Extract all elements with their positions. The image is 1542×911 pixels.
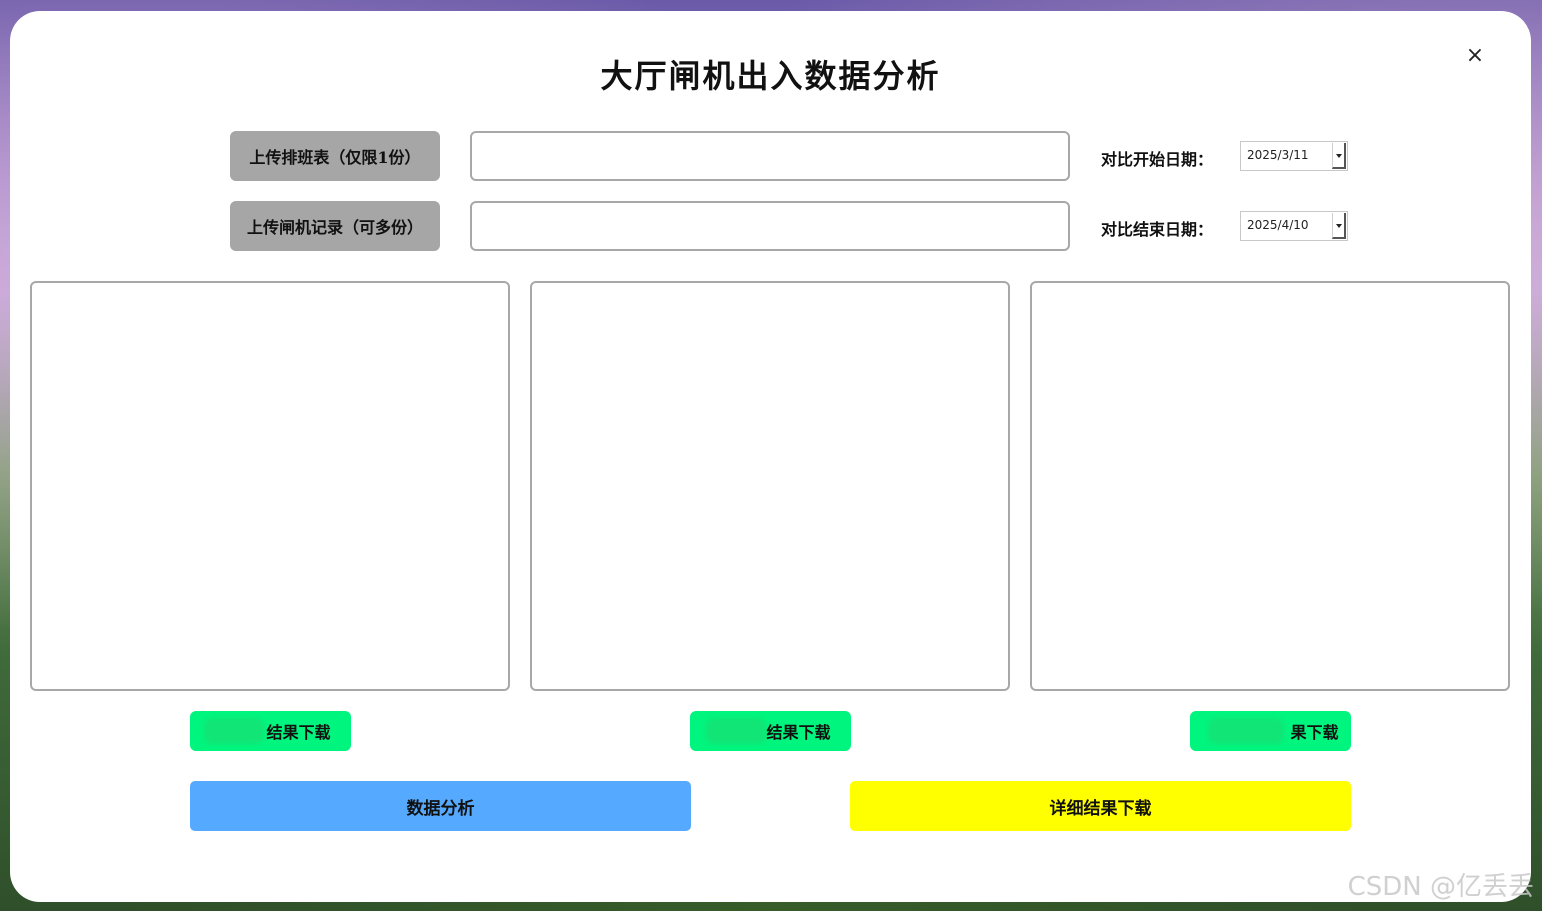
gate-records-path-field[interactable] (470, 201, 1070, 251)
download-button-label: 结果下载 (766, 723, 831, 742)
masked-text (204, 718, 264, 744)
detail-download-button[interactable]: 详细结果下载 (850, 781, 1351, 831)
start-date-value: 2025/3/11 (1247, 148, 1309, 162)
result-panel-3 (1030, 281, 1510, 691)
chevron-down-icon[interactable] (1332, 143, 1346, 169)
download-button-label: 结果下载 (266, 723, 331, 742)
download-button-label: 果下载 (1290, 723, 1339, 742)
masked-text (1208, 718, 1284, 744)
analyze-button[interactable]: 数据分析 (190, 781, 691, 831)
result-panel-1 (30, 281, 510, 691)
end-date-label: 对比结束日期： (1101, 220, 1214, 239)
schedule-path-field[interactable] (470, 131, 1070, 181)
chevron-down-icon[interactable] (1332, 213, 1346, 239)
result-download-button-1[interactable]: 结果下载 (190, 711, 351, 751)
end-date-picker[interactable]: 2025/4/10 (1240, 211, 1348, 241)
upload-schedule-button[interactable]: 上传排班表（仅限1份） (230, 131, 440, 181)
result-panel-2 (530, 281, 1010, 691)
masked-text (706, 718, 766, 744)
upload-gate-records-button[interactable]: 上传闸机记录（可多份） (230, 201, 440, 251)
analysis-dialog: 大厅闸机出入数据分析 × 上传排班表（仅限1份） 上传闸机记录（可多份） 对比开… (10, 11, 1531, 902)
close-icon[interactable]: × (1462, 43, 1488, 69)
watermark: CSDN @亿丢丢 (1347, 872, 1534, 902)
end-date-value: 2025/4/10 (1247, 218, 1309, 232)
result-download-button-2[interactable]: 结果下载 (690, 711, 851, 751)
start-date-label: 对比开始日期： (1101, 150, 1214, 169)
start-date-picker[interactable]: 2025/3/11 (1240, 141, 1348, 171)
result-download-button-3[interactable]: 果下载 (1190, 711, 1351, 751)
dialog-title: 大厅闸机出入数据分析 (600, 57, 941, 95)
